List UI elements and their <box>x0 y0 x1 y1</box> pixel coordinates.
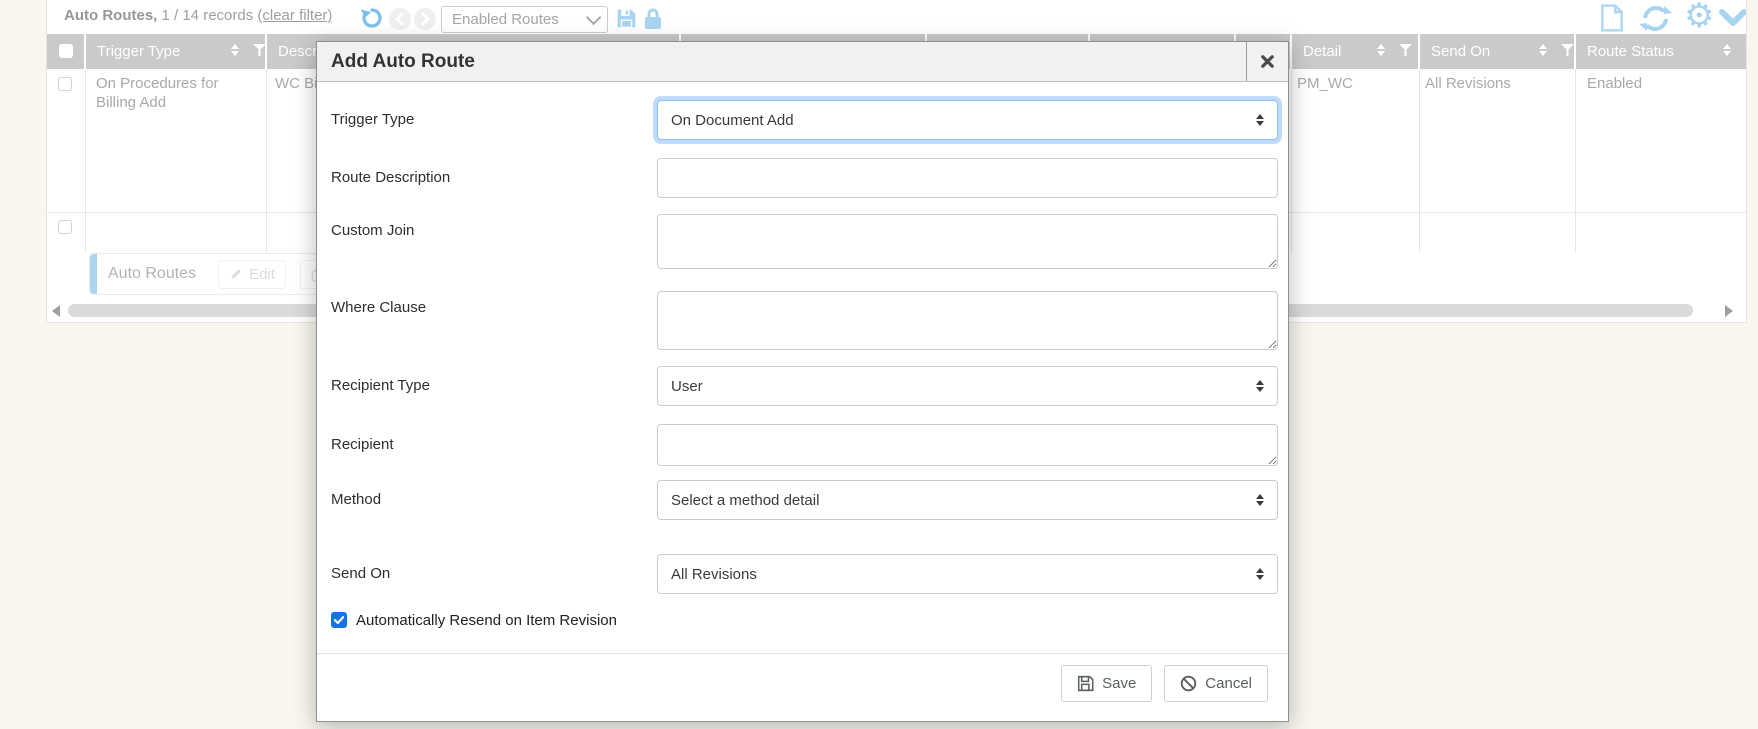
column-label[interactable]: Descri <box>278 43 321 60</box>
new-record-icon[interactable] <box>1599 4 1625 32</box>
cell-send-on: All Revisions <box>1425 74 1511 93</box>
chevron-down-icon <box>586 10 602 26</box>
tab-label: Auto Routes <box>108 265 196 283</box>
where-clause-label: Where Clause <box>331 291 651 318</box>
panel-title: Auto Routes, <box>64 7 157 24</box>
record-count: 1 / 14 records <box>162 7 254 24</box>
scroll-left-arrow[interactable] <box>52 305 60 317</box>
route-description-label: Route Description <box>331 158 651 198</box>
sort-icon[interactable] <box>231 44 239 56</box>
trigger-type-label: Trigger Type <box>331 100 651 140</box>
chevron-left-circle-icon[interactable] <box>389 8 411 30</box>
edit-button-label: Edit <box>249 266 275 283</box>
recipient-type-select[interactable]: User <box>657 366 1278 406</box>
lock-icon <box>642 7 664 31</box>
sort-icon[interactable] <box>1539 44 1547 56</box>
column-divider <box>85 69 86 253</box>
collapse-chevron-icon[interactable] <box>1718 8 1747 30</box>
edit-pencil-icon <box>229 267 243 281</box>
scroll-right-arrow[interactable] <box>1725 305 1733 317</box>
save-view-icon[interactable] <box>614 6 639 31</box>
column-divider <box>266 69 267 253</box>
select-all-checkbox[interactable] <box>59 44 73 58</box>
trigger-type-select[interactable]: On Document Add <box>657 100 1278 140</box>
route-filter-value: Enabled Routes <box>452 11 559 28</box>
method-select[interactable]: Select a method detail <box>657 480 1278 520</box>
close-icon <box>1260 54 1275 69</box>
cell-route-status: Enabled <box>1587 74 1642 93</box>
settings-gear-icon[interactable]: ⚙ <box>1684 0 1714 36</box>
app-screen: Auto Routes, 1 / 14 records (clear filte… <box>0 0 1758 729</box>
column-divider <box>1575 69 1576 253</box>
add-auto-route-dialog: Add Auto Route Trigger Type On Document … <box>316 41 1289 722</box>
save-button[interactable]: Save <box>1061 665 1152 702</box>
column-header-route-status: Route Status <box>1576 34 1746 69</box>
dialog-button-row: Save Cancel <box>1061 665 1268 702</box>
row-checkbox[interactable] <box>58 77 72 91</box>
trigger-type-value: On Document Add <box>671 112 794 129</box>
cancel-icon <box>1180 675 1197 692</box>
tab-accent-bar <box>90 254 97 294</box>
custom-join-label: Custom Join <box>331 214 651 241</box>
dialog-footer-divider <box>317 653 1288 654</box>
method-value: Select a method detail <box>671 492 819 509</box>
column-label[interactable]: Send On <box>1431 43 1490 60</box>
send-on-label: Send On <box>331 554 651 594</box>
select-arrows-icon <box>1256 568 1264 580</box>
chevron-right-circle-icon[interactable] <box>414 8 436 30</box>
close-button[interactable] <box>1246 42 1288 81</box>
row-checkbox[interactable] <box>58 220 72 234</box>
column-divider <box>1419 69 1420 253</box>
send-on-value: All Revisions <box>671 566 757 583</box>
method-label: Method <box>331 480 651 520</box>
column-divider <box>1291 69 1292 253</box>
resend-checkbox[interactable] <box>331 612 347 628</box>
select-arrows-icon <box>1256 380 1264 392</box>
clear-filter-link[interactable]: (clear filter) <box>257 7 332 24</box>
column-label[interactable]: Route Status <box>1587 43 1674 60</box>
dialog-header: Add Auto Route <box>317 42 1288 82</box>
column-label[interactable]: Detail <box>1303 43 1341 60</box>
recipient-textarea[interactable] <box>657 424 1278 466</box>
select-arrows-icon <box>1256 114 1264 126</box>
recipient-type-value: User <box>671 378 703 395</box>
cancel-button[interactable]: Cancel <box>1164 665 1268 702</box>
recipient-type-label: Recipient Type <box>331 366 651 406</box>
recipient-label: Recipient <box>331 424 651 466</box>
where-clause-textarea[interactable] <box>657 291 1278 350</box>
table-summary: Auto Routes, 1 / 14 records (clear filte… <box>64 7 332 24</box>
undo-icon[interactable] <box>359 5 385 31</box>
route-filter-select[interactable]: Enabled Routes <box>441 6 608 33</box>
edit-button[interactable]: Edit <box>218 260 286 289</box>
refresh-icon[interactable] <box>1639 4 1672 33</box>
custom-join-textarea[interactable] <box>657 214 1278 269</box>
save-button-label: Save <box>1102 675 1136 692</box>
check-icon <box>333 614 345 626</box>
column-header-detail: Detail <box>1292 34 1418 69</box>
cell-detail: PM_WC <box>1297 74 1353 93</box>
resend-checkbox-label: Automatically Resend on Item Revision <box>356 612 617 629</box>
column-header-send-on: Send On <box>1420 34 1574 69</box>
cell-trigger-type: On Procedures for Billing Add <box>96 74 261 112</box>
sort-icon[interactable] <box>1377 44 1385 56</box>
save-icon <box>1077 675 1094 692</box>
dialog-title: Add Auto Route <box>331 42 475 81</box>
cancel-button-label: Cancel <box>1205 675 1252 692</box>
send-on-select[interactable]: All Revisions <box>657 554 1278 594</box>
sort-icon[interactable] <box>1723 44 1731 56</box>
route-description-input[interactable] <box>657 158 1278 198</box>
select-arrows-icon <box>1256 494 1264 506</box>
column-label[interactable]: Trigger Type <box>97 43 180 60</box>
